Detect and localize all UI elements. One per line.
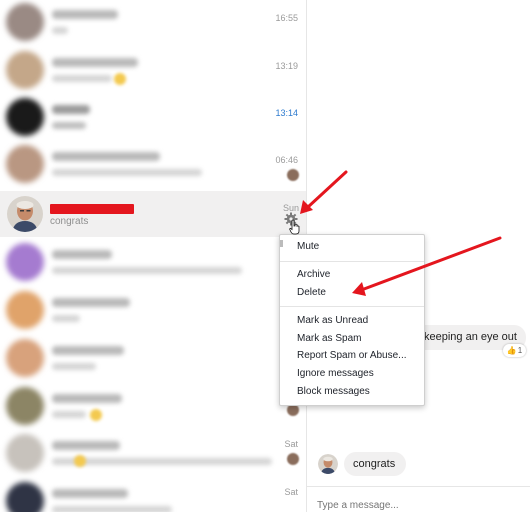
emoji-icon [74, 455, 86, 467]
avatar [7, 196, 43, 232]
menu-item-ignore[interactable]: Ignore messages [297, 368, 374, 379]
menu-item-mute[interactable]: Mute [297, 241, 319, 252]
redacted-name [52, 250, 112, 259]
avatar [6, 243, 44, 281]
emoji-icon [114, 73, 126, 85]
avatar [6, 482, 44, 512]
conversation-row[interactable] [0, 240, 306, 287]
redacted-name [52, 441, 120, 450]
conversation-row[interactable]: Sat [0, 479, 306, 512]
composer-divider [307, 486, 530, 487]
redacted-name [52, 394, 122, 403]
redacted-name [50, 204, 134, 214]
timestamp: Sat [284, 487, 298, 497]
message-snippet: congrats [50, 216, 89, 227]
message-text: congrats [353, 458, 396, 470]
avatar [6, 3, 44, 41]
outgoing-message-bubble[interactable]: congrats [344, 452, 406, 476]
redacted-snippet [52, 315, 80, 322]
timestamp: Sat [284, 439, 298, 449]
avatar [6, 51, 44, 89]
redacted-snippet [52, 169, 202, 176]
menu-item-archive[interactable]: Archive [297, 269, 330, 280]
messenger-window: 16:55 13:19 13:14 06:46 congrats Sun Sat… [0, 0, 530, 512]
menu-item-delete[interactable]: Delete [297, 287, 326, 298]
menu-item-mark-spam[interactable]: Mark as Spam [297, 333, 361, 344]
conversation-context-menu: Mute Archive Delete Mark as Unread Mark … [279, 234, 425, 406]
conversation-row[interactable] [0, 336, 306, 383]
conversation-row-active[interactable] [0, 191, 306, 237]
redacted-name [52, 58, 138, 67]
timestamp: 13:19 [275, 61, 298, 71]
conversation-row[interactable]: 06:46 [0, 142, 306, 189]
menu-item-block[interactable]: Block messages [297, 386, 370, 397]
redacted-snippet [52, 122, 86, 129]
conversation-row[interactable]: 16:55 [0, 0, 306, 47]
avatar [6, 145, 44, 183]
read-receipt-avatar [287, 169, 299, 181]
conversation-row[interactable]: 13:14 [0, 95, 306, 142]
conversation-row[interactable]: Sat [0, 431, 306, 478]
menu-separator [280, 261, 424, 262]
avatar [6, 339, 44, 377]
menu-separator [280, 306, 424, 307]
menu-caret [280, 240, 283, 247]
redacted-snippet [52, 506, 172, 512]
reaction-badge[interactable]: 👍 1 [503, 344, 526, 357]
redacted-name [52, 10, 118, 19]
avatar [6, 434, 44, 472]
thumbs-up-icon: 👍 [506, 346, 517, 355]
conversation-row[interactable] [0, 288, 306, 335]
redacted-snippet [52, 363, 96, 370]
redacted-snippet [52, 27, 68, 34]
redacted-name [52, 298, 130, 307]
timestamp: 06:46 [275, 155, 298, 165]
avatar [6, 98, 44, 136]
conversation-row[interactable]: 13:19 [0, 48, 306, 95]
menu-item-mark-unread[interactable]: Mark as Unread [297, 315, 368, 326]
read-receipt-avatar [287, 453, 299, 465]
menu-item-report-spam[interactable]: Report Spam or Abuse... [297, 350, 407, 361]
hand-cursor-icon [289, 219, 301, 235]
redacted-name [52, 152, 160, 161]
redacted-snippet [52, 267, 242, 274]
avatar [6, 387, 44, 425]
message-input[interactable] [317, 500, 517, 511]
timestamp: 13:14 [275, 108, 298, 118]
redacted-name [52, 105, 90, 114]
redacted-snippet [52, 75, 112, 82]
reaction-count: 1 [517, 346, 523, 355]
message-text: keeping an eye out [424, 331, 517, 343]
emoji-icon [90, 409, 102, 421]
redacted-name [52, 346, 124, 355]
redacted-snippet [52, 411, 86, 418]
avatar [318, 454, 338, 474]
conversation-row[interactable] [0, 384, 306, 431]
redacted-name [52, 489, 128, 498]
avatar [6, 291, 44, 329]
conversation-list: 16:55 13:19 13:14 06:46 congrats Sun Sat… [0, 0, 306, 512]
timestamp: 16:55 [275, 13, 298, 23]
